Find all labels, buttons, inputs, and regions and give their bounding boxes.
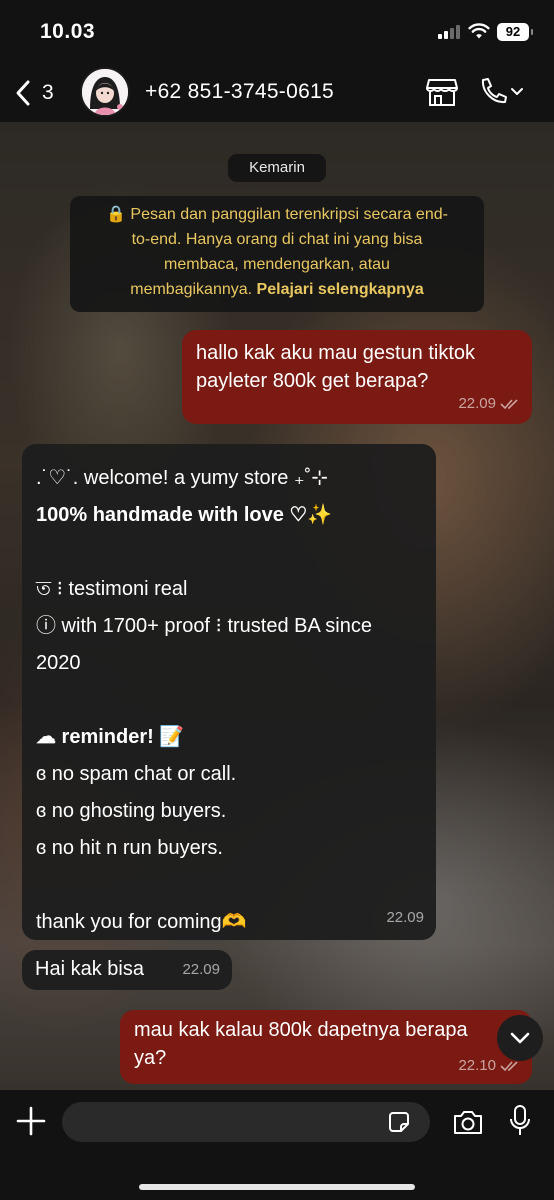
double-check-icon — [500, 399, 518, 410]
outgoing-message[interactable]: hallo kak aku mau gestun tiktok payleter… — [182, 330, 532, 424]
message-time: 22.09 — [182, 961, 220, 978]
battery-icon: 92 — [497, 23, 533, 41]
message-time: 22.09 — [386, 909, 424, 926]
message-line: ɞ no ghosting buyers. — [36, 800, 227, 822]
message-line — [36, 867, 422, 904]
chat-header: 3 +62 851-3745-0615 — [0, 62, 554, 122]
message-time: 22.09 — [458, 395, 496, 412]
sticker-icon[interactable] — [388, 1111, 410, 1133]
message-time: 22.10 — [458, 1057, 496, 1074]
incoming-message[interactable]: .˙♡˙. welcome! a yumy store ₊˚⊹ 100% han… — [22, 444, 436, 940]
scroll-to-bottom-button[interactable] — [497, 1015, 543, 1061]
incoming-message[interactable]: Hai kak bisa 22.09 — [22, 950, 232, 990]
notice-text: membagikannya. — [130, 281, 257, 298]
chevron-down-icon — [510, 1032, 530, 1044]
message-meta: 22.09 — [458, 390, 520, 418]
date-separator: Kemarin — [228, 154, 326, 182]
message-meta: 22.09 — [182, 956, 220, 984]
message-line: ত ⁝ testimoni real — [36, 578, 188, 600]
notice-line: membagikannya. Pelajari selengkapnya — [82, 277, 472, 302]
status-time: 10.03 — [40, 20, 96, 43]
microphone-icon[interactable] — [508, 1104, 532, 1138]
notice-line: to-end. Hanya orang di chat ini yang bis… — [131, 231, 423, 248]
message-input-bar — [0, 1090, 554, 1200]
encryption-notice[interactable]: 🔒 Pesan dan panggilan terenkripsi secara… — [70, 196, 484, 312]
contact-avatar[interactable] — [80, 67, 130, 117]
phone-call-icon[interactable] — [477, 76, 525, 108]
back-button[interactable]: 3 — [14, 76, 66, 110]
message-line — [36, 534, 422, 571]
message-text: mau kak kalau 800k dapetnya berapa — [134, 1019, 468, 1041]
message-line: 2020 — [36, 652, 81, 674]
double-check-icon — [500, 1061, 518, 1072]
message-line: 100% handmade with love ♡✨ — [36, 504, 333, 526]
plus-icon[interactable] — [14, 1104, 48, 1138]
status-bar: 10.03 92 — [0, 0, 554, 62]
notice-line: membaca, mendengarkan, atau — [164, 256, 390, 273]
wifi-icon — [468, 23, 490, 39]
learn-more-link[interactable]: Pelajari selengkapnya — [257, 281, 424, 298]
message-line: ⓘ with 1700+ proof ⁝ trusted BA since — [36, 615, 372, 637]
message-input[interactable] — [62, 1102, 430, 1142]
message-line: ɞ no spam chat or call. — [36, 763, 237, 785]
avatar-illustration-icon — [82, 69, 128, 115]
chevron-left-icon — [16, 80, 30, 106]
camera-icon[interactable] — [452, 1108, 484, 1136]
message-line: .˙♡˙. welcome! a yumy store ₊˚⊹ — [36, 467, 328, 489]
message-line: ☁ reminder! 📝 — [36, 726, 185, 748]
message-meta: 22.09 — [386, 904, 424, 932]
message-line: ɞ no hit n run buyers. — [36, 837, 223, 859]
shop-icon[interactable] — [425, 76, 459, 108]
contact-name[interactable]: +62 851-3745-0615 — [145, 80, 334, 104]
message-text: hallo kak aku mau gestun tiktok — [196, 342, 476, 364]
message-line: thank you for coming🫶 — [36, 911, 247, 933]
home-indicator — [139, 1184, 415, 1190]
cellular-signal-icon — [438, 25, 460, 39]
notice-line: 🔒 Pesan dan panggilan terenkripsi secara… — [106, 206, 448, 223]
outgoing-message[interactable]: mau kak kalau 800k dapetnya berapa ya? 2… — [120, 1010, 532, 1084]
unread-count: 3 — [42, 81, 54, 104]
message-line — [36, 682, 422, 719]
